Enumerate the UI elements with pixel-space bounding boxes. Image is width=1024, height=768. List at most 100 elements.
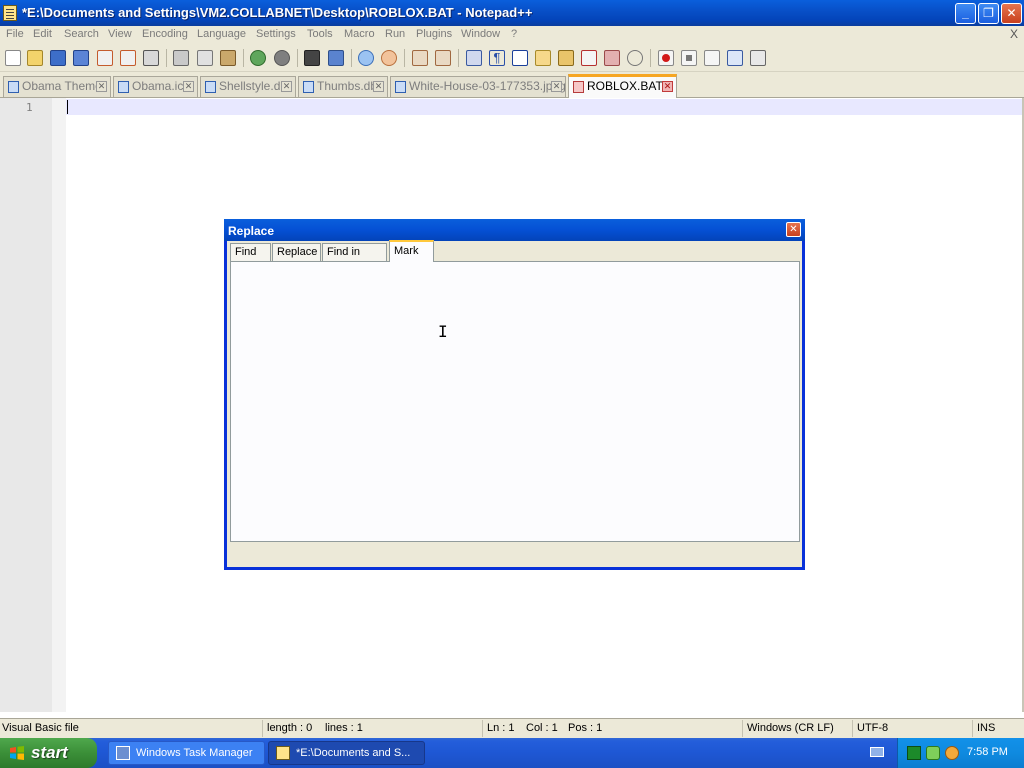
dialog-title: Replace [228, 224, 275, 238]
save-macro-icon[interactable] [750, 50, 766, 66]
menu-edit[interactable]: Edit [33, 28, 52, 40]
folder-workspace-icon[interactable] [604, 50, 620, 66]
cut-icon[interactable] [173, 50, 189, 66]
user-lang-icon[interactable] [535, 50, 551, 66]
tab-close-icon[interactable]: ✕ [96, 81, 107, 92]
system-tray: 7:58 PM [897, 738, 1024, 768]
file-icon [573, 81, 584, 93]
doc-map-icon[interactable] [558, 50, 574, 66]
run-macro-multiple-icon[interactable] [727, 50, 743, 66]
network-icon[interactable] [926, 746, 940, 760]
task-manager-tray-icon[interactable] [907, 746, 921, 760]
new-file-icon[interactable] [5, 50, 21, 66]
taskbar-notepad-plus-plus[interactable]: *E:\Documents and S... [268, 741, 425, 765]
zoom-in-icon[interactable] [358, 50, 374, 66]
monitoring-icon[interactable] [627, 50, 643, 66]
play-macro-icon[interactable] [704, 50, 720, 66]
tab-white-house-jpeg[interactable]: White-House-03-177353.jpeg ✕ [390, 76, 566, 97]
window-title: *E:\Documents and Settings\VM2.COLLABNET… [22, 5, 533, 20]
tab-shellstyle-dll[interactable]: Shellstyle.dll ✕ [200, 76, 296, 97]
clock[interactable]: 7:58 PM [967, 746, 1008, 758]
tab-thumbs-db[interactable]: Thumbs.db ✕ [298, 76, 388, 97]
close-all-icon[interactable] [120, 50, 136, 66]
show-all-chars-icon[interactable]: ¶ [489, 50, 505, 66]
menu-help[interactable]: ? [511, 28, 517, 40]
record-macro-icon[interactable] [658, 50, 674, 66]
file-icon [118, 81, 129, 93]
status-insert-mode: INS [977, 722, 996, 734]
copy-icon[interactable] [197, 50, 213, 66]
replace-dialog: Replace ✕ Find Replace Find in Files Mar… [224, 219, 805, 570]
title-bar[interactable]: *E:\Documents and Settings\VM2.COLLABNET… [0, 0, 1024, 26]
status-eol: Windows (CR LF) [747, 722, 834, 734]
tab-replace[interactable]: Replace [272, 243, 321, 262]
tab-close-icon[interactable]: ✕ [662, 81, 673, 92]
menu-run[interactable]: Run [385, 28, 405, 40]
indent-guide-icon[interactable] [512, 50, 528, 66]
close-icon[interactable] [97, 50, 113, 66]
file-icon [205, 81, 216, 93]
taskbar-label: Windows Task Manager [136, 747, 253, 759]
menu-view[interactable]: View [108, 28, 132, 40]
keyboard-icon[interactable] [870, 747, 884, 757]
sync-horizontal-icon[interactable] [435, 50, 451, 66]
find-icon[interactable] [304, 50, 320, 66]
replace-icon[interactable] [328, 50, 344, 66]
zoom-out-icon[interactable] [381, 50, 397, 66]
task-manager-icon [116, 746, 130, 760]
word-wrap-icon[interactable] [466, 50, 482, 66]
open-file-icon[interactable] [27, 50, 43, 66]
tab-close-icon[interactable]: ✕ [183, 81, 194, 92]
tab-close-icon[interactable]: ✕ [281, 81, 292, 92]
menu-file[interactable]: File [6, 28, 24, 40]
redo-icon[interactable] [274, 50, 290, 66]
fold-margin[interactable] [52, 98, 66, 712]
taskbar-task-manager[interactable]: Windows Task Manager [108, 741, 265, 765]
search-icon[interactable] [945, 746, 959, 760]
close-document-button[interactable]: X [1010, 27, 1018, 41]
menu-tools[interactable]: Tools [307, 28, 333, 40]
menu-plugins[interactable]: Plugins [416, 28, 452, 40]
restore-button[interactable]: ❐ [978, 3, 999, 24]
stop-record-icon[interactable] [681, 50, 697, 66]
save-icon[interactable] [50, 50, 66, 66]
tab-label: Obama.icl [132, 79, 187, 93]
tab-find[interactable]: Find [230, 243, 271, 262]
tab-find-in-files[interactable]: Find in Files [322, 243, 387, 275]
undo-icon[interactable] [250, 50, 266, 66]
menu-search[interactable]: Search [64, 28, 99, 40]
dialog-close-button[interactable]: ✕ [786, 222, 801, 237]
start-button[interactable]: start [0, 738, 97, 768]
tab-obama-theme[interactable]: Obama Theme ✕ [3, 76, 111, 97]
dialog-title-bar[interactable]: Replace ✕ [224, 219, 805, 241]
tab-close-icon[interactable]: ✕ [551, 81, 562, 92]
file-icon [303, 81, 314, 93]
menu-encoding[interactable]: Encoding [142, 28, 188, 40]
tab-close-icon[interactable]: ✕ [373, 81, 384, 92]
tab-roblox-bat[interactable]: ROBLOX.BAT ✕ [568, 74, 677, 98]
tab-label: White-House-03-177353.jpeg [409, 79, 566, 93]
menu-macro[interactable]: Macro [344, 28, 375, 40]
function-list-icon[interactable] [581, 50, 597, 66]
line-number: 1 [26, 101, 33, 114]
minimize-button[interactable]: _ [955, 3, 976, 24]
sync-vertical-icon[interactable] [412, 50, 428, 66]
mark-tab-panel [230, 261, 800, 542]
file-icon [8, 81, 19, 93]
print-icon[interactable] [143, 50, 159, 66]
menu-settings[interactable]: Settings [256, 28, 296, 40]
status-encoding: UTF-8 [857, 722, 889, 734]
tab-label: ROBLOX.BAT [587, 79, 663, 93]
toolbar: ¶ [0, 44, 1024, 72]
save-all-icon[interactable] [73, 50, 89, 66]
notepad-plus-plus-icon[interactable] [3, 5, 17, 21]
file-icon [395, 81, 406, 93]
menu-bar: File Edit Search View Encoding Language … [0, 26, 1024, 44]
tab-obama-icl[interactable]: Obama.icl ✕ [113, 76, 198, 97]
paste-icon[interactable] [220, 50, 236, 66]
tab-label: Thumbs.db [317, 79, 378, 93]
tab-mark[interactable]: Mark [389, 240, 434, 262]
menu-language[interactable]: Language [197, 28, 246, 40]
menu-window[interactable]: Window [461, 28, 500, 40]
close-window-button[interactable]: ✕ [1001, 3, 1022, 24]
